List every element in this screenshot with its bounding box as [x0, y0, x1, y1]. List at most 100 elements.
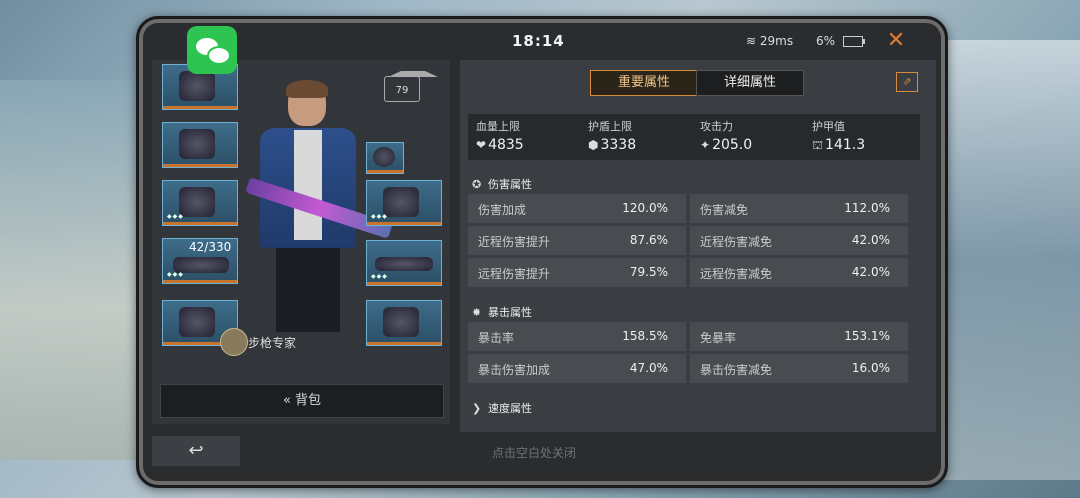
wifi-icon: ≋: [746, 34, 757, 48]
share-button[interactable]: ⇗: [896, 72, 918, 92]
background-right: [940, 40, 1080, 480]
damage-icon: ✪: [472, 178, 482, 191]
section-title: 暴击属性: [488, 306, 532, 319]
section-speed: ❯ 速度属性: [472, 400, 532, 416]
stat-value: 4835: [488, 137, 524, 153]
level-badge[interactable]: 79: [384, 71, 438, 102]
backpack-label: 背包: [295, 393, 322, 408]
stat-label: 攻击力: [700, 120, 733, 133]
attr-value: 42.0%: [851, 233, 890, 247]
equip-slot-backpack[interactable]: [162, 122, 238, 168]
attr-name: 暴击率: [478, 331, 515, 345]
table-row: 伤害加成 120.0% 伤害减免 112.0%: [468, 194, 910, 223]
character-shirt: [294, 130, 322, 240]
wifi-ping: ≋ 29ms: [746, 34, 793, 48]
stat-value: 141.3: [825, 137, 866, 153]
attr-value: 79.5%: [629, 265, 668, 279]
section-title: 速度属性: [488, 402, 532, 415]
stat-label: 护甲值: [812, 120, 845, 133]
character-hair: [286, 80, 328, 98]
background-left: [0, 80, 140, 460]
ammo-count: 42/330: [189, 240, 232, 254]
equip-slot-ring[interactable]: [366, 142, 404, 174]
table-row: 近程伤害提升 87.6% 近程伤害减免 42.0%: [468, 226, 910, 255]
battery-percent: 6%: [816, 34, 836, 48]
bottom-bar: ↩ 点击空白处关闭: [144, 434, 936, 472]
close-button[interactable]: ✕: [882, 28, 910, 54]
shield-icon: ⬢: [588, 138, 599, 152]
attributes-panel: 重要属性 详细属性 ⇗ 血量上限 ❤ 4835 护盾上限 ⬢ 3338 攻击力 ✦ 2…: [460, 60, 936, 432]
crit-icon: ✸: [472, 306, 482, 319]
section-crit: ✸ 暴击属性: [472, 304, 532, 320]
ping-value: 29ms: [759, 34, 794, 48]
attr-name: 暴击伤害加成: [478, 363, 551, 377]
attr-value: 16.0%: [851, 361, 890, 375]
character-model: [238, 80, 393, 332]
melee-icon: [179, 307, 215, 337]
stat-value: 205.0: [712, 137, 753, 153]
equip-slot-secondary-weapon[interactable]: ◆◆◆: [366, 240, 442, 286]
equip-slot-bracelet[interactable]: ◆◆◆: [366, 180, 442, 226]
equip-slot-armor[interactable]: ◆◆◆: [162, 180, 238, 226]
attr-name: 远程伤害提升: [478, 267, 551, 281]
armor-icon: [179, 187, 215, 217]
rarity-dots: ◆◆◆: [167, 213, 184, 220]
attr-value: 87.6%: [629, 233, 668, 247]
attr-value: 158.5%: [622, 329, 668, 343]
equip-slot-primary-weapon[interactable]: 42/330 ◆◆◆: [162, 238, 238, 284]
battery-icon: [842, 36, 865, 47]
stat-label: 血量上限: [476, 120, 520, 133]
attr-cell: 近程伤害减免 42.0%: [690, 226, 908, 255]
back-arrow-icon: ↩: [188, 440, 204, 461]
backpack-button[interactable]: « 背包: [160, 384, 444, 418]
attr-cell: 免暴率 153.1%: [690, 322, 908, 351]
attr-value: 120.0%: [622, 201, 668, 215]
section-damage: ✪ 伤害属性: [472, 176, 532, 192]
stat-value: 3338: [600, 137, 637, 153]
attr-cell: 暴击伤害减免 16.0%: [690, 354, 908, 383]
attr-name: 伤害加成: [478, 203, 527, 217]
attr-value: 47.0%: [629, 361, 668, 375]
close-icon: ✕: [886, 28, 906, 53]
expert-label: 步枪专家: [248, 336, 297, 350]
rifle-expert-icon: [220, 328, 248, 356]
equip-slot-module[interactable]: [366, 300, 442, 346]
rarity-dots: ◆◆◆: [167, 271, 184, 278]
attr-name: 近程伤害提升: [478, 235, 551, 249]
clock: 18:14: [512, 32, 565, 50]
attr-cell: 伤害加成 120.0%: [468, 194, 686, 223]
attr-cell: 远程伤害减免 42.0%: [690, 258, 908, 287]
wechat-icon[interactable]: [187, 26, 237, 74]
stat-summary: 血量上限 ❤ 4835 护盾上限 ⬢ 3338 攻击力 ✦ 205.0 护甲值 ⛫ 14…: [468, 114, 920, 160]
section-title: 伤害属性: [488, 178, 532, 191]
stat-attack: 攻击力 ✦ 205.0: [700, 118, 810, 153]
attr-name: 远程伤害减免: [700, 267, 773, 281]
close-hint[interactable]: 点击空白处关闭: [492, 444, 576, 461]
status-bar: 18:14 ≋ 29ms 6% ✕: [144, 24, 936, 58]
speed-icon: ❯: [472, 402, 482, 415]
character-legs: [276, 248, 340, 332]
wechat-bubble: [207, 46, 231, 65]
tab-primary-attributes[interactable]: 重要属性: [590, 70, 698, 96]
attr-name: 伤害减免: [700, 203, 749, 217]
attr-name: 近程伤害减免: [700, 235, 773, 249]
heart-icon: ❤: [476, 138, 487, 152]
attr-value: 42.0%: [851, 265, 890, 279]
tab-detail-attributes[interactable]: 详细属性: [696, 70, 804, 96]
attr-cell: 近程伤害提升 87.6%: [468, 226, 686, 255]
back-button[interactable]: ↩: [152, 436, 240, 466]
attr-name: 免暴率: [700, 331, 737, 345]
attr-cell: 伤害减免 112.0%: [690, 194, 908, 223]
equipment-panel: ◆◆◆ 42/330 ◆◆◆ 79 ◆◆◆ ◆◆◆ 步枪专家 « 背包: [152, 60, 450, 424]
stat-max-shield: 护盾上限 ⬢ 3338: [588, 118, 698, 153]
attr-cell: 暴击伤害加成 47.0%: [468, 354, 686, 383]
ring-icon: [373, 147, 395, 167]
battery: 6%: [816, 34, 865, 48]
chevron-left-icon: «: [282, 393, 291, 408]
attr-cell: 远程伤害提升 79.5%: [468, 258, 686, 287]
rarity-dots: ◆◆◆: [371, 213, 388, 220]
attr-value: 112.0%: [844, 201, 890, 215]
armor-icon: ⛫: [812, 138, 824, 152]
stat-label: 护盾上限: [588, 120, 632, 133]
gun-icon: ✦: [700, 138, 711, 152]
